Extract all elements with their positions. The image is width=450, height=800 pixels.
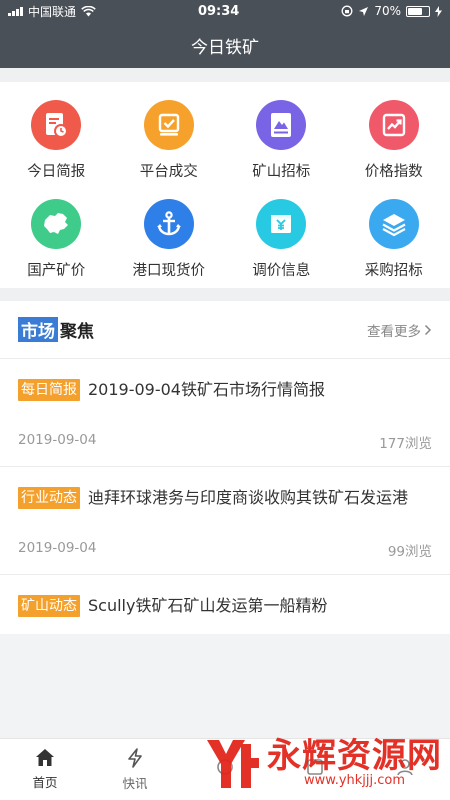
market-focus-header: 市场 聚焦 查看更多 (0, 301, 450, 359)
mountain-document-icon (256, 100, 307, 150)
tab-flash-news[interactable]: 快讯 (90, 739, 180, 800)
nav-bar: 今日铁矿 (0, 22, 450, 68)
trend-chart-icon (368, 100, 419, 150)
news-meta: 2019-09-04 177浏览 (18, 432, 432, 452)
grid-item-domestic-ore-price[interactable]: 国产矿价 (0, 199, 113, 280)
grid-label: 采购招标 (364, 263, 423, 279)
news-meta: 2019-09-04 99浏览 (18, 540, 432, 560)
watermark-text-group: 永辉资源网 www.yhkjjj.com (267, 739, 442, 788)
china-map-icon (31, 199, 82, 249)
section-title: 市场 聚焦 (18, 317, 94, 342)
market-focus-section: 市场 聚焦 查看更多 每日简报 2019-09-04铁矿石市场行情简报 2019-… (0, 301, 450, 634)
grid-label: 平台成交 (139, 164, 198, 180)
grid-label: 矿山招标 (252, 164, 311, 180)
news-views: 99浏览 (387, 544, 432, 560)
layers-icon (368, 199, 419, 249)
tab-label: 快讯 (122, 775, 148, 791)
wifi-icon (81, 5, 96, 16)
yuan-price-icon (256, 199, 307, 249)
news-title: 2019-09-04铁矿石市场行情简报 (88, 380, 325, 399)
status-left: 中国联通 (8, 3, 96, 20)
chevron-right-icon (424, 324, 432, 335)
grid-item-daily-brief[interactable]: 今日简报 (0, 100, 113, 181)
grid-label: 港口现货价 (132, 263, 206, 279)
grid-item-price-index[interactable]: 价格指数 (338, 100, 450, 181)
status-right: 70% (341, 4, 442, 18)
view-more-link[interactable]: 查看更多 (367, 320, 432, 340)
view-more-label: 查看更多 (367, 323, 421, 340)
divider-strip (0, 288, 450, 301)
page-title: 今日铁矿 (191, 37, 259, 58)
function-grid: 今日简报 平台成交 矿山招标 价格指数 国产矿价 港口现货价 调价信息 采购招标 (0, 100, 450, 280)
grid-label: 国产矿价 (27, 263, 86, 279)
news-title-row: 每日简报 2019-09-04铁矿石市场行情简报 (18, 375, 432, 404)
section-title-rest: 聚焦 (60, 322, 94, 342)
news-date: 2019-09-04 (18, 540, 97, 556)
watermark: 永辉资源网 www.yhkjjj.com (201, 734, 442, 792)
grid-label: 调价信息 (252, 263, 311, 279)
status-bar: 中国联通 09:34 70% (0, 0, 450, 22)
status-time: 09:34 (197, 3, 240, 19)
function-grid-section: 今日简报 平台成交 矿山招标 价格指数 国产矿价 港口现货价 调价信息 采购招标 (0, 82, 450, 288)
home-icon (36, 749, 54, 766)
news-tag: 行业动态 (18, 487, 80, 509)
watermark-text: 永辉资源网 (267, 735, 442, 776)
location-arrow-icon (359, 6, 369, 16)
news-tag: 每日简报 (18, 379, 80, 401)
battery-icon (405, 5, 430, 17)
grid-label: 今日简报 (27, 164, 86, 180)
lightning-icon (128, 747, 142, 768)
news-item[interactable]: 矿山动态 Scully铁矿石矿山发运第一船精粉 (0, 575, 450, 634)
divider-strip (0, 68, 450, 82)
news-title-row: 行业动态 迪拜环球港务与印度商谈收购其铁矿石发运港 (18, 483, 432, 512)
calendar-report-icon (31, 100, 82, 150)
battery-percent: 70% (374, 4, 401, 18)
rotation-lock-icon (341, 5, 353, 17)
checkmark-tray-icon (143, 100, 194, 150)
news-tag: 矿山动态 (18, 595, 80, 617)
grid-label: 价格指数 (364, 164, 423, 180)
news-item[interactable]: 每日简报 2019-09-04铁矿石市场行情简报 2019-09-04 177浏览 (0, 359, 450, 467)
news-title: Scully铁矿石矿山发运第一船精粉 (88, 596, 328, 615)
section-title-highlight: 市场 (18, 317, 58, 342)
grid-item-mine-tender[interactable]: 矿山招标 (225, 100, 338, 181)
grid-item-price-adjust-info[interactable]: 调价信息 (225, 199, 338, 280)
news-views: 177浏览 (379, 436, 432, 452)
signal-icon (8, 6, 23, 16)
news-date: 2019-09-04 (18, 432, 97, 448)
news-item[interactable]: 行业动态 迪拜环球港务与印度商谈收购其铁矿石发运港 2019-09-04 99浏览 (0, 467, 450, 575)
news-title-row: 矿山动态 Scully铁矿石矿山发运第一船精粉 (18, 591, 432, 620)
tab-label: 首页 (32, 775, 58, 790)
watermark-logo-icon (207, 740, 259, 788)
grid-item-port-spot-price[interactable]: 港口现货价 (113, 199, 226, 280)
grid-item-platform-deals[interactable]: 平台成交 (113, 100, 226, 181)
grid-item-procurement-tender[interactable]: 采购招标 (338, 199, 450, 280)
anchor-icon (143, 199, 194, 249)
tab-home[interactable]: 首页 (0, 739, 90, 800)
charging-bolt-icon (434, 5, 442, 17)
news-title: 迪拜环球港务与印度商谈收购其铁矿石发运港 (88, 488, 409, 507)
carrier-label: 中国联通 (28, 4, 77, 19)
